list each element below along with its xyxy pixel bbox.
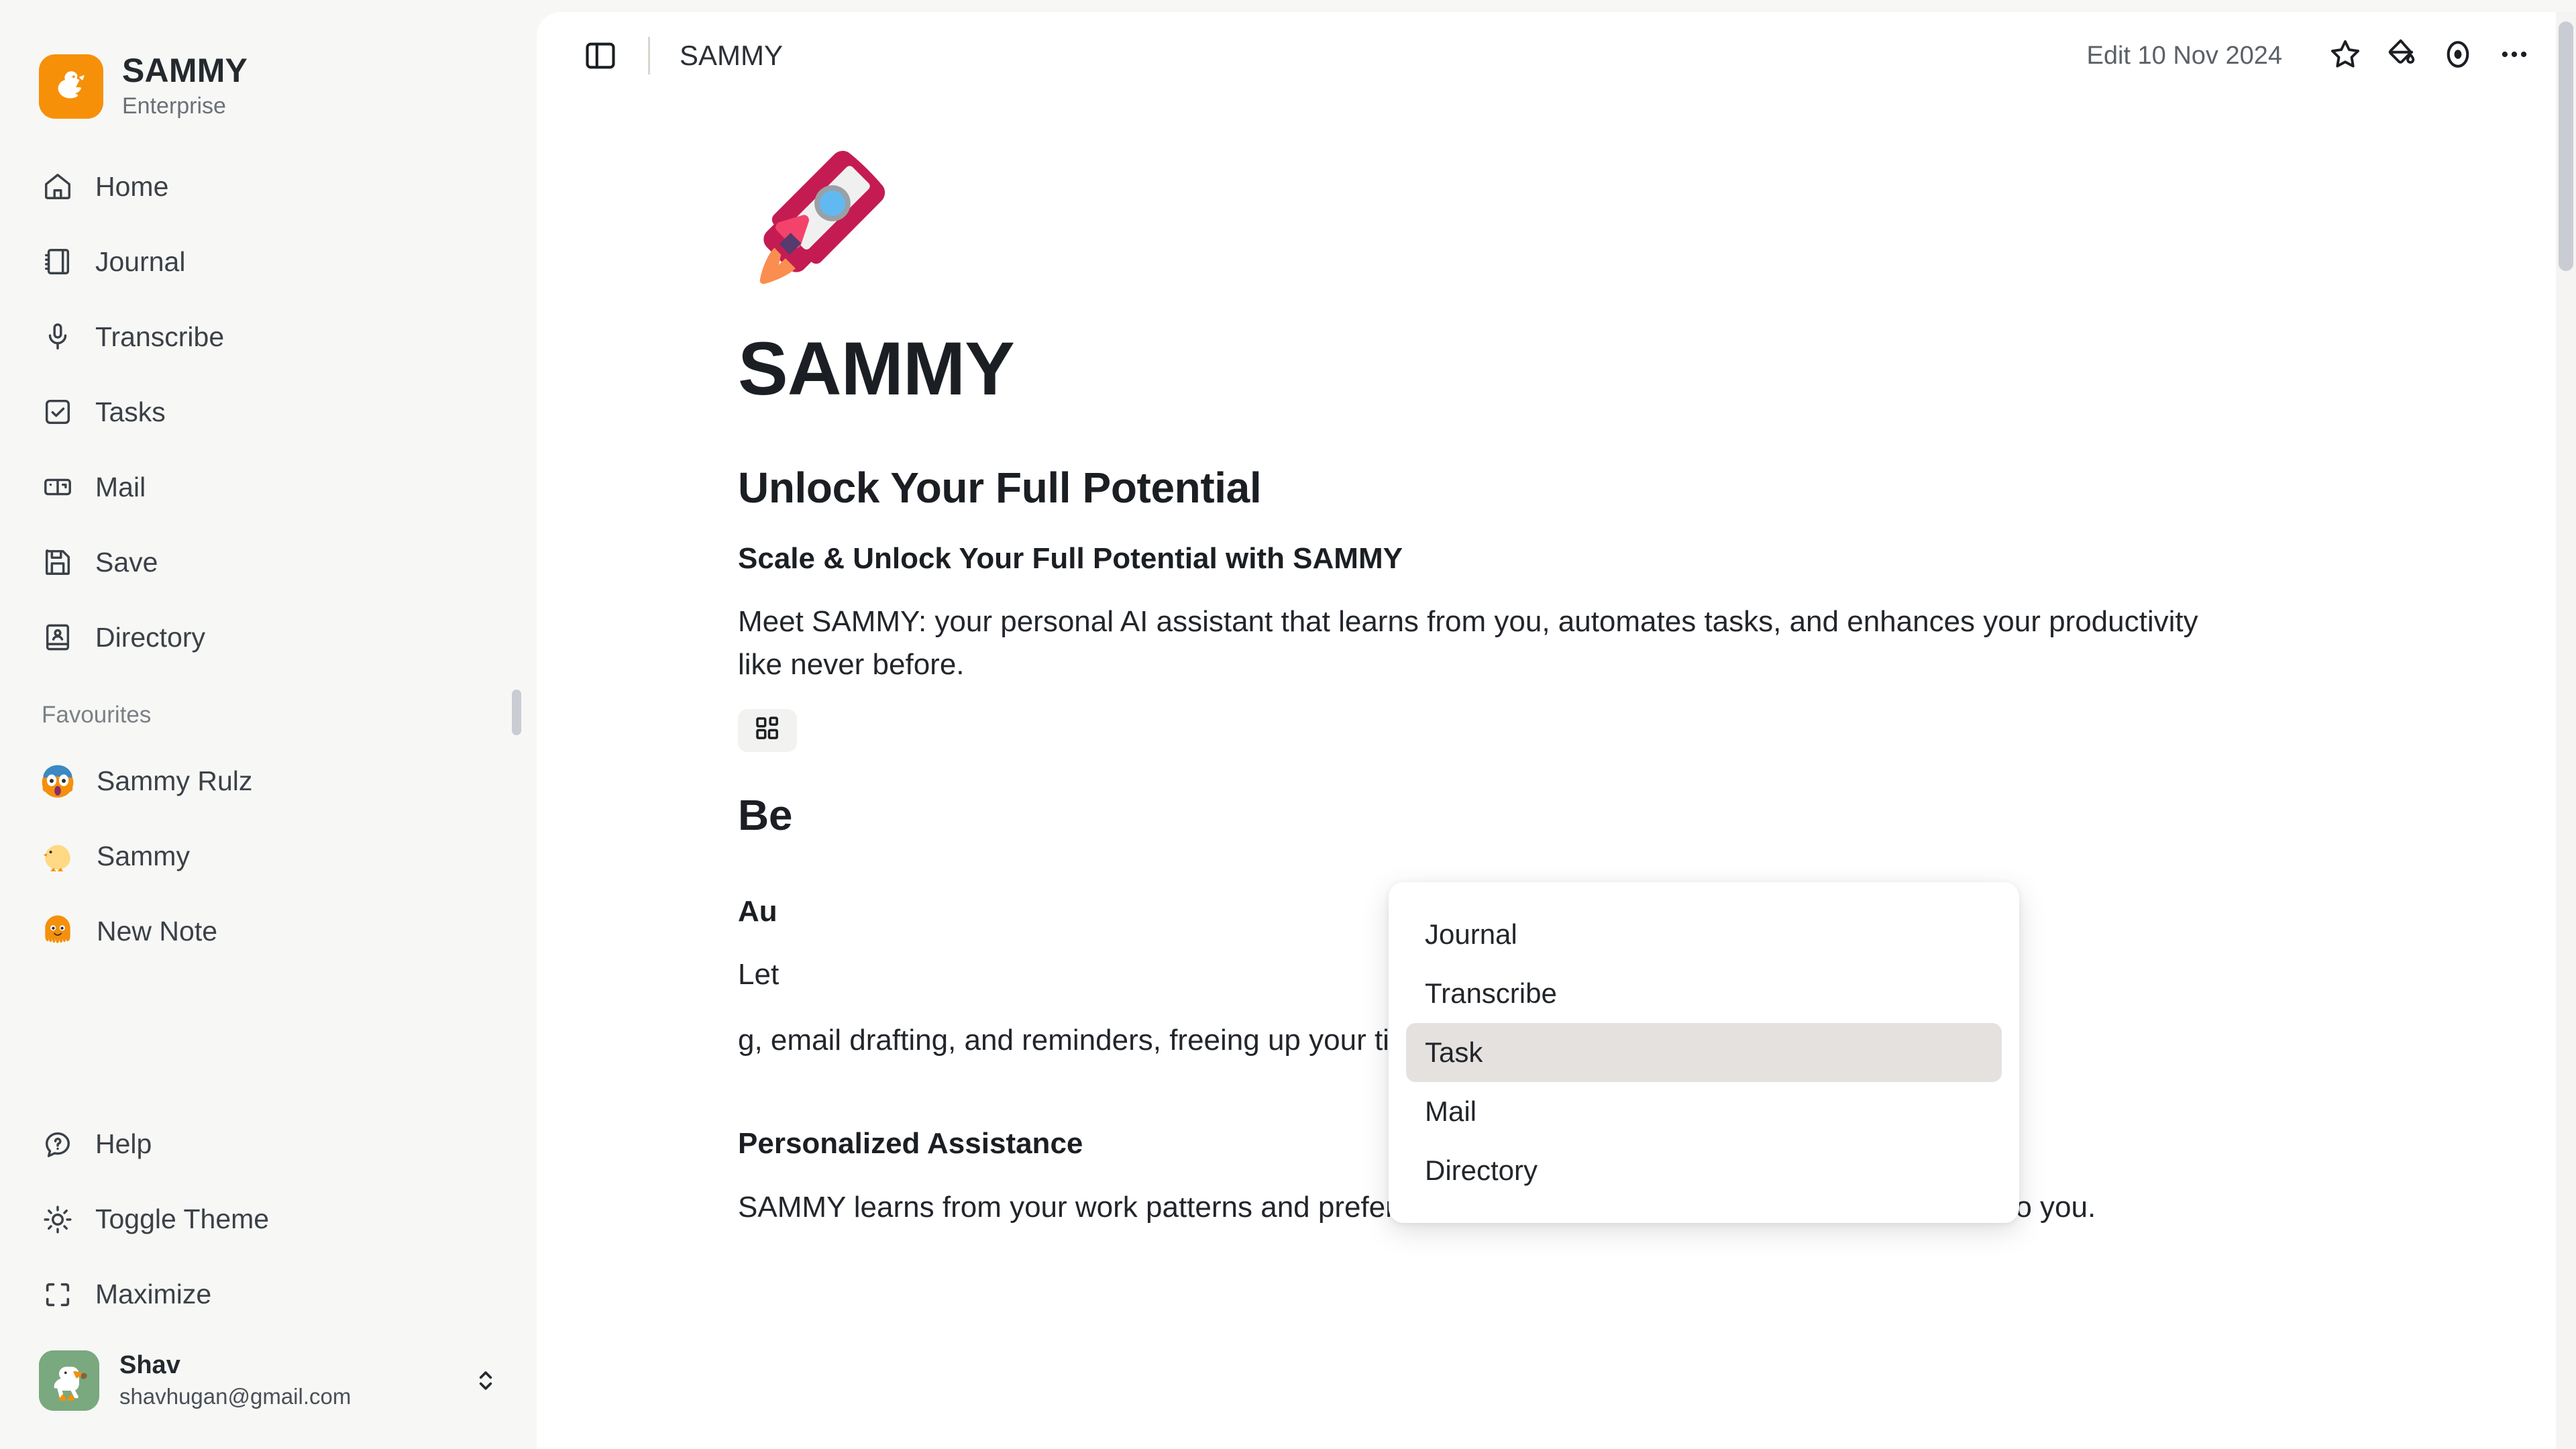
sidebar-item-toggle-theme[interactable]: Toggle Theme [0, 1182, 537, 1257]
sidebar-item-maximize[interactable]: Maximize [0, 1257, 537, 1332]
toolbar-divider [648, 37, 650, 74]
mailbox-icon [42, 471, 74, 503]
favourite-item-new-note[interactable]: New Note [0, 894, 537, 969]
sidebar-item-label: Mail [95, 471, 146, 502]
sidebar-item-help[interactable]: Help [0, 1107, 537, 1182]
help-chat-icon [42, 1128, 74, 1161]
section-heading-unlock: Unlock Your Full Potential [738, 464, 1262, 513]
sidebar-item-mail[interactable]: Mail [0, 449, 537, 525]
sidebar-item-label: Save [95, 546, 158, 578]
section-subheading-scale: Scale & Unlock Your Full Potential with … [738, 541, 1403, 575]
document-toolbar: SAMMY Edit 10 Nov 2024 [537, 12, 2576, 99]
edit-date-label: Edit 10 Nov 2024 [2086, 41, 2282, 70]
face-screaming-emoji [39, 762, 76, 800]
blocks-widget-button[interactable] [738, 708, 797, 752]
preview-button[interactable] [2430, 28, 2486, 84]
sidebar-panel-toggle-icon[interactable] [580, 35, 621, 76]
favourite-item-label: Sammy [97, 840, 190, 871]
sidebar-item-transcribe[interactable]: Transcribe [0, 299, 537, 374]
dropdown-item-journal[interactable]: Journal [1406, 905, 2002, 964]
sidebar-item-directory[interactable]: Directory [0, 600, 537, 675]
insert-block-dropdown[interactable]: Journal Transcribe Task Mail Directory [1389, 882, 2019, 1223]
rocket-emoji[interactable] [738, 140, 2576, 298]
sidebar-item-home[interactable]: Home [0, 149, 537, 224]
section-paragraph-meet: Meet SAMMY: your personal AI assistant t… [738, 605, 2198, 681]
notebook-icon [42, 246, 74, 278]
main-scrollbar-thumb[interactable] [2559, 21, 2573, 271]
dropdown-item-mail[interactable]: Mail [1406, 1082, 2002, 1141]
chevron-up-down-icon[interactable] [470, 1366, 502, 1395]
dropdown-item-directory[interactable]: Directory [1406, 1141, 2002, 1200]
checkbox-check-icon [42, 396, 74, 428]
sidebar-item-label: Transcribe [95, 321, 225, 352]
sidebar-item-save[interactable]: Save [0, 525, 537, 600]
sidebar-item-journal[interactable]: Journal [0, 224, 537, 299]
main-panel: SAMMY Edit 10 Nov 2024 SAMMY Unlock Your… [537, 12, 2576, 1449]
sidebar-item-label: Maximize [95, 1279, 212, 1310]
sidebar-scrollbar[interactable] [508, 0, 523, 1449]
page-title: SAMMY [738, 327, 1015, 411]
star-icon [2328, 37, 2363, 75]
sidebar-item-label: Toggle Theme [95, 1203, 270, 1235]
favourite-item-label: New Note [97, 915, 218, 947]
main-scrollbar[interactable] [2556, 12, 2576, 1449]
duck-logo-icon [39, 54, 103, 119]
sidebar: SAMMY Enterprise Home Journal Transcribe… [0, 0, 537, 1449]
baby-chick-emoji [39, 837, 76, 875]
goose-avatar [39, 1350, 99, 1411]
dropdown-item-task[interactable]: Task [1406, 1023, 2002, 1082]
sidebar-item-label: Home [95, 170, 169, 202]
app-root: SAMMY Enterprise Home Journal Transcribe… [0, 0, 2576, 1449]
dropdown-item-transcribe[interactable]: Transcribe [1406, 964, 2002, 1023]
home-icon [42, 170, 74, 203]
sidebar-item-tasks[interactable]: Tasks [0, 374, 537, 449]
ellipsis-icon [2497, 37, 2532, 75]
microphone-icon [42, 321, 74, 353]
favourite-button[interactable] [2317, 28, 2373, 84]
user-account-row[interactable]: Shav shavhugan@gmail.com [0, 1332, 537, 1436]
floppy-disk-icon [42, 546, 74, 578]
sidebar-scrollbar-thumb[interactable] [512, 690, 521, 735]
brand-name: SAMMY [122, 52, 248, 90]
user-name: Shav [119, 1350, 180, 1379]
brand-header[interactable]: SAMMY Enterprise [0, 0, 537, 134]
favourite-item-label: Sammy Rulz [97, 765, 253, 796]
breadcrumb[interactable]: SAMMY [680, 40, 783, 72]
more-options-button[interactable] [2486, 28, 2542, 84]
paint-bucket-icon [2384, 37, 2419, 75]
sidebar-item-label: Journal [95, 246, 186, 277]
user-email: shavhugan@gmail.com [119, 1384, 352, 1409]
sidebar-item-label: Directory [95, 621, 206, 653]
brand-plan: Enterprise [122, 93, 226, 119]
favourite-item-sammy[interactable]: Sammy [0, 818, 537, 894]
section-heading-benefits: Be [738, 790, 793, 839]
favourite-item-sammy-rulz[interactable]: Sammy Rulz [0, 743, 537, 818]
sidebar-item-label: Help [95, 1128, 152, 1160]
octopus-emoji [39, 912, 76, 950]
eye-icon [2440, 37, 2475, 75]
sidebar-item-label: Tasks [95, 396, 166, 427]
maximize-icon [42, 1279, 74, 1311]
blocks-widget-icon [754, 715, 781, 745]
primary-nav: Home Journal Transcribe Tasks Mail Save … [0, 134, 537, 675]
theme-color-button[interactable] [2373, 28, 2430, 84]
favourites-heading: Favourites [42, 702, 152, 728]
favourites-list: Sammy Rulz Sammy New Note [0, 743, 537, 969]
contact-book-icon [42, 621, 74, 653]
sidebar-footer: Help Toggle Theme Maximize Shav shavhuga… [0, 1107, 537, 1449]
sun-icon [42, 1203, 74, 1236]
